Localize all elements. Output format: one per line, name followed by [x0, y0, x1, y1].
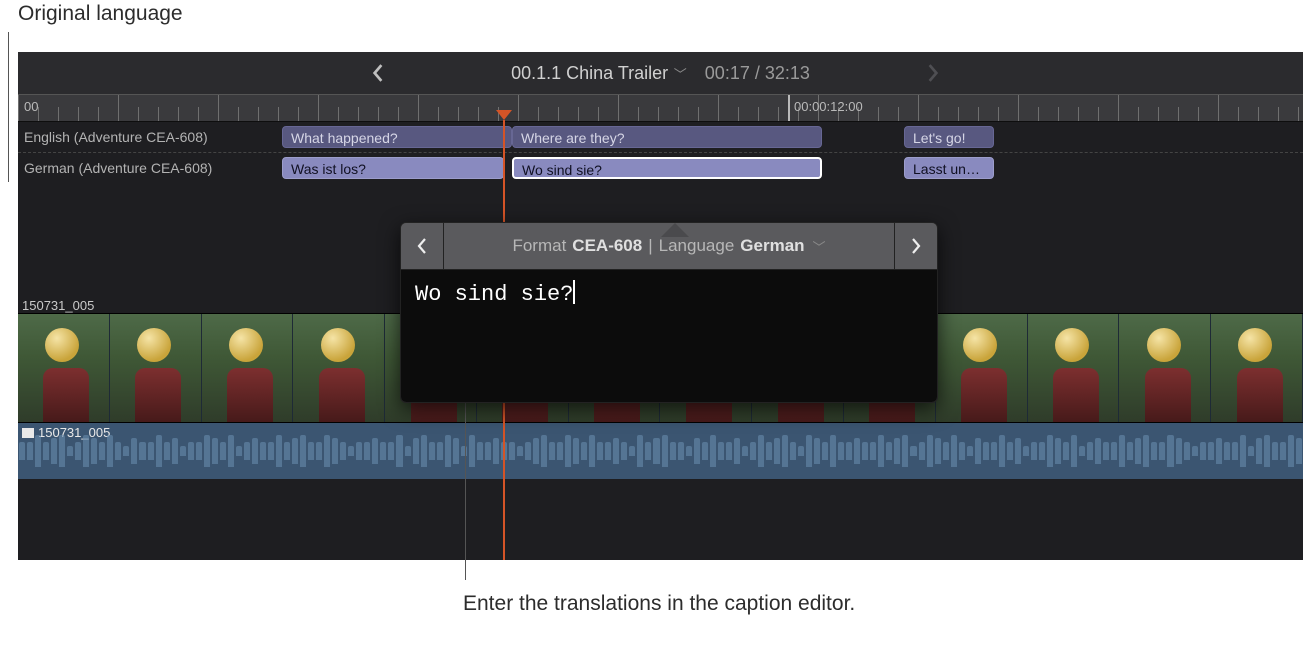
history-forward-button[interactable]: [903, 52, 963, 94]
lane-label: English (Adventure CEA-608): [24, 129, 208, 145]
language-value: German: [740, 236, 804, 256]
prev-caption-button[interactable]: [401, 223, 444, 269]
caption-format-language-selector[interactable]: Format CEA-608 | Language German ﹀: [444, 223, 894, 269]
audio-track[interactable]: 150731_005: [18, 422, 1303, 479]
caption-text: Wo sind sie?: [415, 282, 573, 307]
callout-original-language: Original language: [18, 0, 183, 27]
ruler-timecode: 00: [24, 99, 38, 114]
language-label: Language: [659, 236, 735, 256]
caption-text-editor[interactable]: Wo sind sie?: [401, 270, 937, 402]
lane-label: German (Adventure CEA-608): [24, 160, 212, 176]
caption-clip[interactable]: Where are they?: [512, 126, 822, 148]
caption-clip[interactable]: Let's go!: [904, 126, 994, 148]
project-title[interactable]: 00.1.1 China Trailer ﹀: [511, 63, 687, 84]
caption-editor-popover: Format CEA-608 | Language German ﹀ Wo si…: [400, 222, 938, 403]
timecode-readout: 00:17 / 32:13: [705, 63, 810, 84]
caption-lane-german[interactable]: German (Adventure CEA-608) Was ist los? W…: [18, 152, 1303, 183]
toolbar: 00.1.1 China Trailer ﹀ 00:17 / 32:13: [18, 52, 1303, 94]
format-value: CEA-608: [572, 236, 642, 256]
video-clip-label: 150731_005: [22, 298, 94, 313]
timeline-window: 00.1.1 China Trailer ﹀ 00:17 / 32:13 00 …: [18, 52, 1303, 560]
caption-lanes: English (Adventure CEA-608) What happene…: [18, 122, 1303, 183]
format-label: Format: [512, 236, 566, 256]
history-back-button[interactable]: [348, 52, 408, 94]
callout-caption-editor: Enter the translations in the caption ed…: [463, 590, 855, 617]
callout-leader: [8, 32, 9, 182]
time-ruler[interactable]: 00 00:00:12:00: [18, 94, 1303, 122]
caption-clip[interactable]: Wo sind sie?: [512, 157, 822, 179]
text-caret: [573, 280, 575, 304]
chevron-down-icon: ﹀: [813, 237, 826, 256]
caption-editor-header: Format CEA-608 | Language German ﹀: [401, 223, 937, 270]
caption-lane-english[interactable]: English (Adventure CEA-608) What happene…: [18, 122, 1303, 152]
ruler-major-tick: [788, 95, 790, 121]
callout-leader: [465, 400, 466, 580]
chevron-down-icon: ﹀: [670, 67, 687, 82]
ruler-timecode: 00:00:12:00: [794, 99, 863, 114]
audio-waveform: [18, 423, 1303, 479]
next-caption-button[interactable]: [894, 223, 937, 269]
caption-clip[interactable]: Lasst uns…: [904, 157, 994, 179]
caption-clip[interactable]: What happened?: [282, 126, 512, 148]
caption-clip[interactable]: Was ist los?: [282, 157, 504, 179]
